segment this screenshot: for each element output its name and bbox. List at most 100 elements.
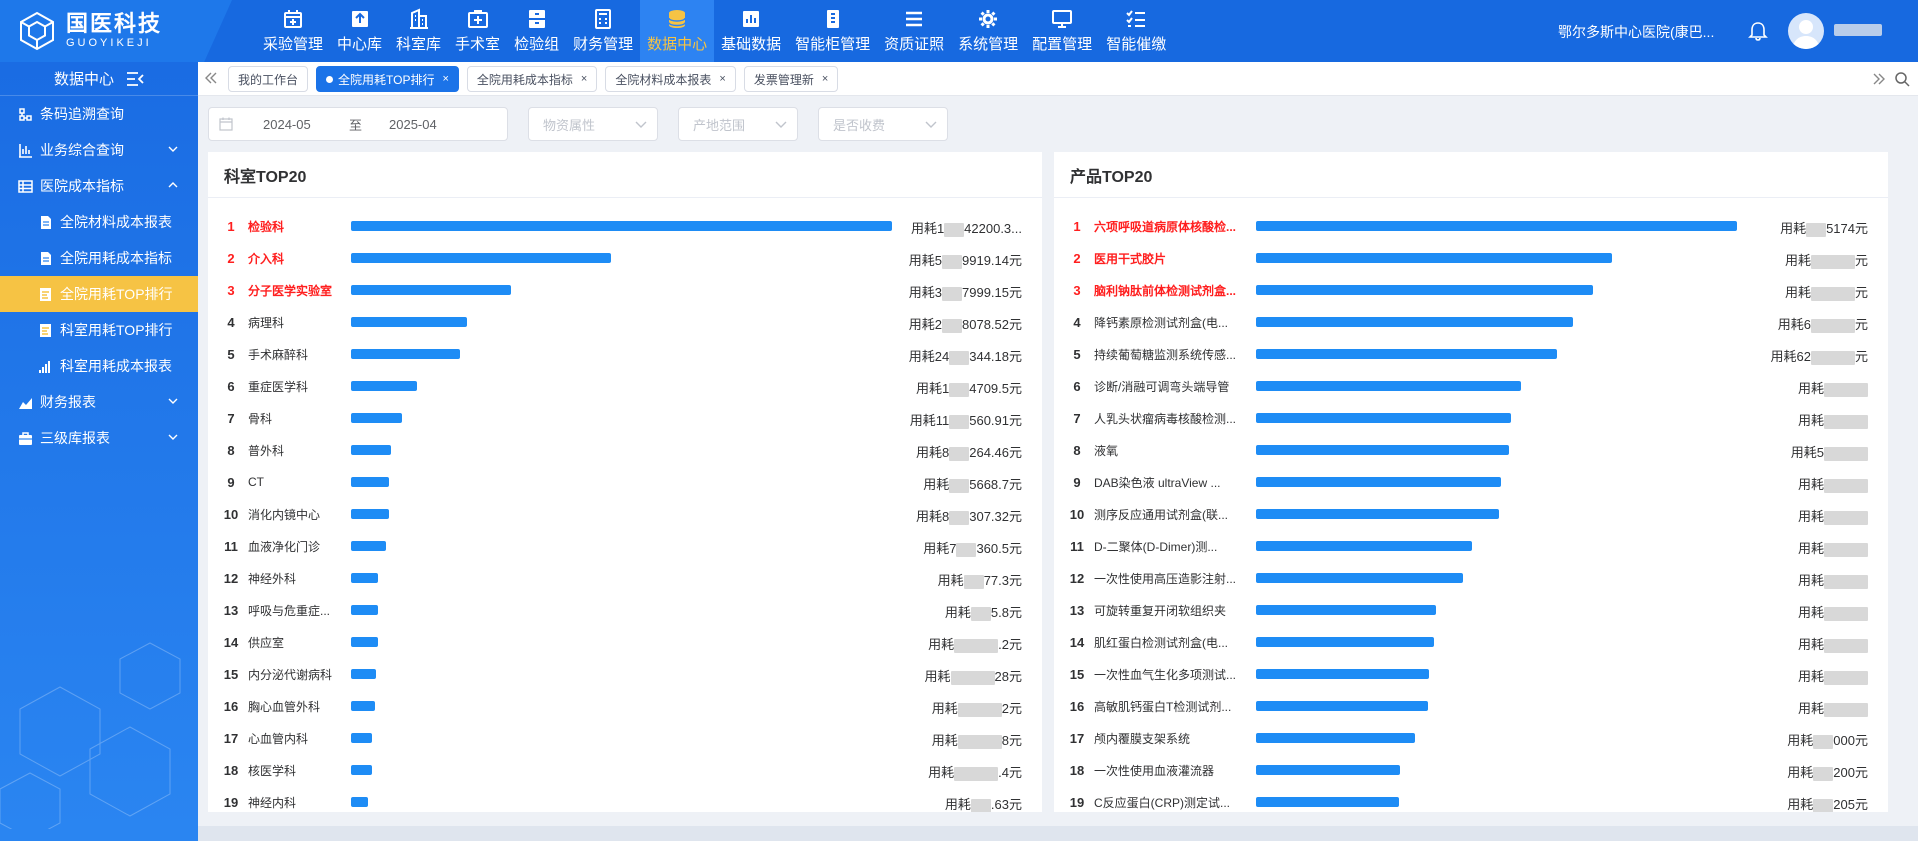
- nav-item[interactable]: 手术室: [448, 0, 507, 62]
- sidebar-item[interactable]: 科室用耗成本报表: [0, 348, 198, 384]
- usage-bar[interactable]: [351, 445, 391, 455]
- close-icon[interactable]: ×: [581, 73, 587, 85]
- usage-bar[interactable]: [1256, 253, 1612, 263]
- menu-collapse-icon[interactable]: [126, 71, 144, 87]
- nav-item[interactable]: 资质证照: [877, 0, 951, 62]
- scroll-right-icon[interactable]: [1872, 72, 1886, 86]
- usage-bar[interactable]: [351, 669, 376, 679]
- usage-bar[interactable]: [351, 765, 372, 775]
- sidebar-item[interactable]: 全院材料成本报表: [0, 204, 198, 240]
- usage-bar[interactable]: [1256, 605, 1436, 615]
- hospital-name[interactable]: 鄂尔多斯中心医院(康巴...: [1558, 22, 1714, 42]
- close-icon[interactable]: ×: [719, 73, 725, 85]
- date-range-picker[interactable]: 2024-05 至 2025-04: [208, 107, 508, 141]
- close-icon[interactable]: ×: [822, 73, 828, 85]
- usage-bar[interactable]: [351, 541, 386, 551]
- redacted-block: [957, 702, 1002, 717]
- search-icon[interactable]: [1894, 71, 1910, 87]
- start-date[interactable]: 2024-05: [263, 117, 349, 132]
- usage-bar[interactable]: [1256, 573, 1463, 583]
- tab[interactable]: 全院用耗成本指标 ×: [466, 66, 598, 92]
- usage-bar[interactable]: [351, 413, 402, 423]
- nav-item[interactable]: 数据中心: [640, 0, 715, 62]
- origin-select[interactable]: 产地范围: [678, 107, 798, 141]
- rank-number: 14: [1069, 634, 1085, 650]
- usage-bar[interactable]: [1256, 381, 1521, 391]
- usage-bar[interactable]: [1256, 733, 1415, 743]
- nav-item[interactable]: 中心库: [330, 0, 389, 62]
- usage-suffix: 8元: [1001, 733, 1022, 748]
- nav-item[interactable]: 系统管理: [951, 0, 1025, 62]
- usage-bar[interactable]: [1256, 637, 1434, 647]
- tab[interactable]: 我的工作台: [228, 66, 309, 92]
- usage-bar[interactable]: [351, 701, 375, 711]
- end-date[interactable]: 2025-04: [389, 117, 437, 132]
- usage-bar[interactable]: [1256, 285, 1593, 295]
- usage-bar[interactable]: [1256, 221, 1737, 231]
- usage-bar[interactable]: [1256, 509, 1499, 519]
- tab[interactable]: 全院用耗TOP排行 ×: [316, 66, 459, 92]
- horizontal-scrollbar[interactable]: [198, 826, 1918, 841]
- usage-bar[interactable]: [1256, 445, 1509, 455]
- nav-item[interactable]: 采验管理: [256, 0, 330, 62]
- sidebar-item[interactable]: 科室用耗TOP排行: [0, 312, 198, 348]
- usage-bar[interactable]: [351, 509, 389, 519]
- usage-bar[interactable]: [1256, 477, 1501, 487]
- ranking-row: 14 供应室 用耗 .2元: [208, 626, 1042, 658]
- usage-bar[interactable]: [351, 253, 611, 263]
- bar-chart-icon: [743, 11, 760, 27]
- usage-bar[interactable]: [351, 477, 389, 487]
- sidebar-item[interactable]: 医院成本指标: [0, 168, 198, 204]
- redacted-block: [1813, 766, 1834, 781]
- usage-bar[interactable]: [351, 221, 892, 231]
- usage-bar[interactable]: [351, 637, 378, 647]
- logo[interactable]: 国医科技 GUOYIKEJI: [0, 0, 232, 62]
- item-name: 可旋转重复开闭软组织夹: [1094, 603, 1227, 618]
- usage-bar[interactable]: [351, 317, 467, 327]
- rank-number: 9: [227, 474, 235, 490]
- usage-bar[interactable]: [1256, 669, 1429, 679]
- usage-bar[interactable]: [351, 605, 378, 615]
- scroll-left-icon[interactable]: [204, 71, 218, 85]
- usage-bar[interactable]: [1256, 701, 1428, 711]
- ranking-row: 17 颅内覆膜支架系统 用耗 000元: [1054, 722, 1888, 754]
- sidebar-item[interactable]: 条码追溯查询: [0, 96, 198, 132]
- nav-item[interactable]: 智能柜管理: [788, 0, 877, 62]
- rank-number: 9: [1073, 474, 1081, 490]
- usage-bar[interactable]: [1256, 413, 1511, 423]
- charge-select[interactable]: 是否收费: [818, 107, 948, 141]
- item-name: DAB染色液 ultraView ...: [1094, 475, 1221, 490]
- usage-bar[interactable]: [351, 285, 511, 295]
- sidebar-item[interactable]: 全院用耗TOP排行: [0, 276, 198, 312]
- usage-bar[interactable]: [351, 733, 372, 743]
- usage-bar[interactable]: [1256, 317, 1573, 327]
- nav-item[interactable]: 智能催缴: [1099, 0, 1173, 62]
- bell-icon[interactable]: [1747, 20, 1769, 42]
- nav-item[interactable]: 检验组: [507, 0, 566, 62]
- nav-item[interactable]: 科室库: [389, 0, 448, 62]
- close-icon[interactable]: ×: [442, 73, 448, 85]
- tab[interactable]: 全院材料成本报表 ×: [605, 66, 736, 92]
- sidebar-item[interactable]: 财务报表: [0, 384, 198, 420]
- usage-bar[interactable]: [1256, 349, 1557, 359]
- material-attr-select[interactable]: 物资属性: [528, 107, 658, 141]
- usage-bar[interactable]: [1256, 541, 1472, 551]
- usage-bar[interactable]: [351, 797, 368, 807]
- sidebar-item[interactable]: 业务综合查询: [0, 132, 198, 168]
- redacted-block: [1810, 318, 1855, 333]
- redacted-block: [949, 414, 970, 429]
- tab[interactable]: 发票管理新 ×: [743, 66, 839, 92]
- nav-item[interactable]: 配置管理: [1025, 0, 1099, 62]
- nav-item[interactable]: 基础数据: [714, 0, 788, 62]
- nav-item[interactable]: 财务管理: [566, 0, 640, 62]
- usage-bar[interactable]: [1256, 765, 1400, 775]
- sidebar-item[interactable]: 三级库报表: [0, 420, 198, 456]
- sidebar-item[interactable]: 全院用耗成本指标: [0, 240, 198, 276]
- usage-bar[interactable]: [351, 349, 460, 359]
- usage-bar[interactable]: [351, 381, 417, 391]
- avatar[interactable]: [1788, 13, 1824, 49]
- usage-bar[interactable]: [1256, 797, 1399, 807]
- sidebar-item-label: 科室用耗成本报表: [60, 358, 172, 374]
- item-name: 六项呼吸道病原体核酸检...: [1094, 219, 1237, 234]
- usage-bar[interactable]: [351, 573, 378, 583]
